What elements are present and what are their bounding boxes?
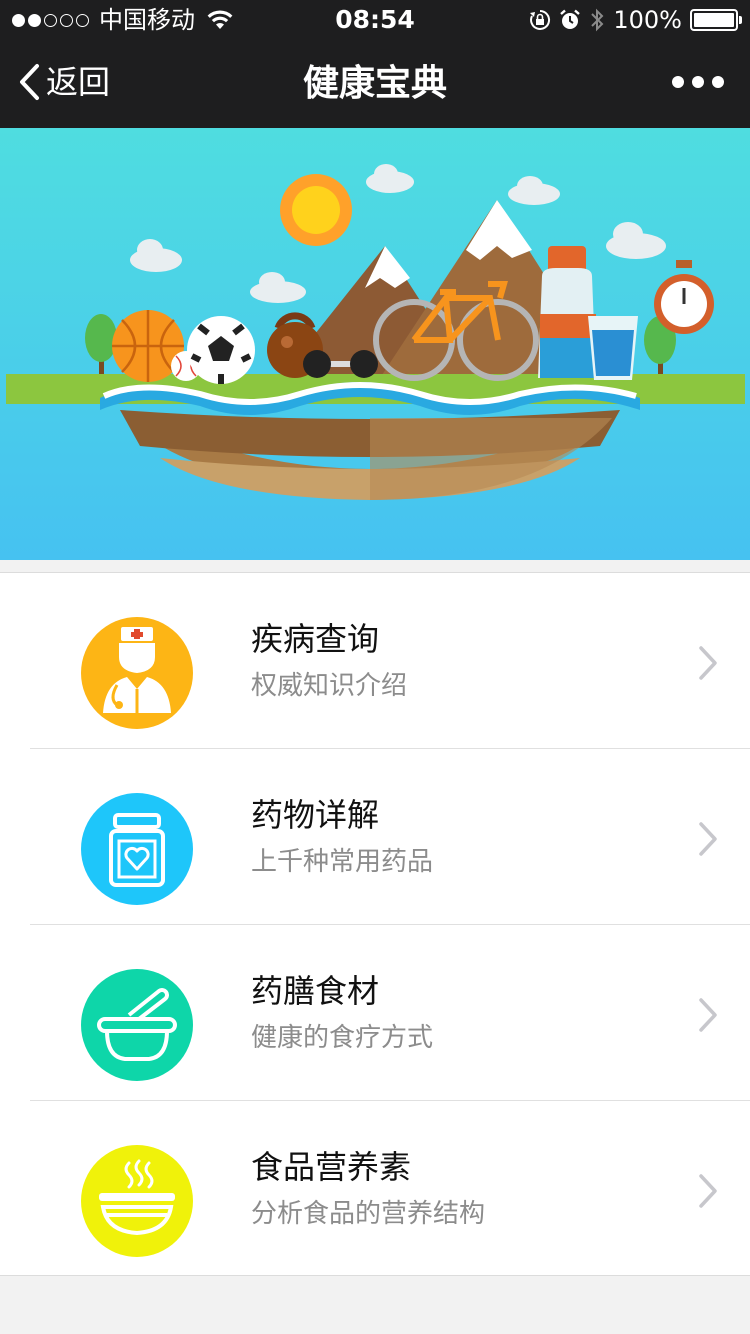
more-options-button[interactable] — [672, 70, 724, 94]
sun-icon — [280, 174, 352, 246]
chevron-right-icon — [699, 646, 717, 680]
health-banner-image — [0, 128, 750, 560]
menu-item-subtitle: 健康的食疗方式 — [251, 1023, 434, 1053]
menu-item-title: 疾病查询 — [251, 620, 380, 658]
page-title: 健康宝典 — [302, 63, 447, 104]
rotation-lock-icon — [530, 9, 551, 30]
chevron-right-icon — [699, 822, 717, 856]
menu-item-title: 药物详解 — [251, 796, 380, 834]
battery-percentage: 100% — [613, 6, 682, 34]
battery-icon — [690, 9, 742, 31]
menu-item-food-nutrition[interactable]: 食品营养素 分析食品的营养结构 — [0, 1101, 750, 1277]
menu-item-title: 食品营养素 — [251, 1148, 412, 1186]
doctor-icon — [81, 617, 193, 729]
menu-item-subtitle: 上千种常用药品 — [251, 847, 434, 877]
menu-item-subtitle: 分析食品的营养结构 — [251, 1199, 486, 1229]
steaming-bowl-icon — [81, 1145, 193, 1257]
mortar-pestle-icon — [81, 969, 193, 1081]
menu-item-title: 药膳食材 — [251, 972, 380, 1010]
menu-item-subtitle: 权威知识介绍 — [251, 671, 408, 701]
navigation-bar: 返回 健康宝典 — [0, 40, 750, 128]
chevron-right-icon — [699, 1174, 717, 1208]
alarm-icon — [560, 9, 581, 29]
chevron-right-icon — [699, 998, 717, 1032]
menu-item-medicinal-food[interactable]: 药膳食材 健康的食疗方式 — [0, 925, 750, 1101]
menu-item-disease-query[interactable]: 疾病查询 权威知识介绍 — [0, 573, 750, 749]
status-bar: 中国移动 08:54 100% — [0, 0, 750, 40]
soccer-ball-icon — [187, 316, 255, 384]
menu-item-drug-details[interactable]: 药物详解 上千种常用药品 — [0, 749, 750, 925]
medicine-bottle-icon — [81, 793, 193, 905]
bluetooth-icon — [591, 8, 604, 32]
health-menu-list: 疾病查询 权威知识介绍 药物详解 上千种常用药品 药膳食材 健康的食疗方式 食品… — [0, 572, 750, 1276]
